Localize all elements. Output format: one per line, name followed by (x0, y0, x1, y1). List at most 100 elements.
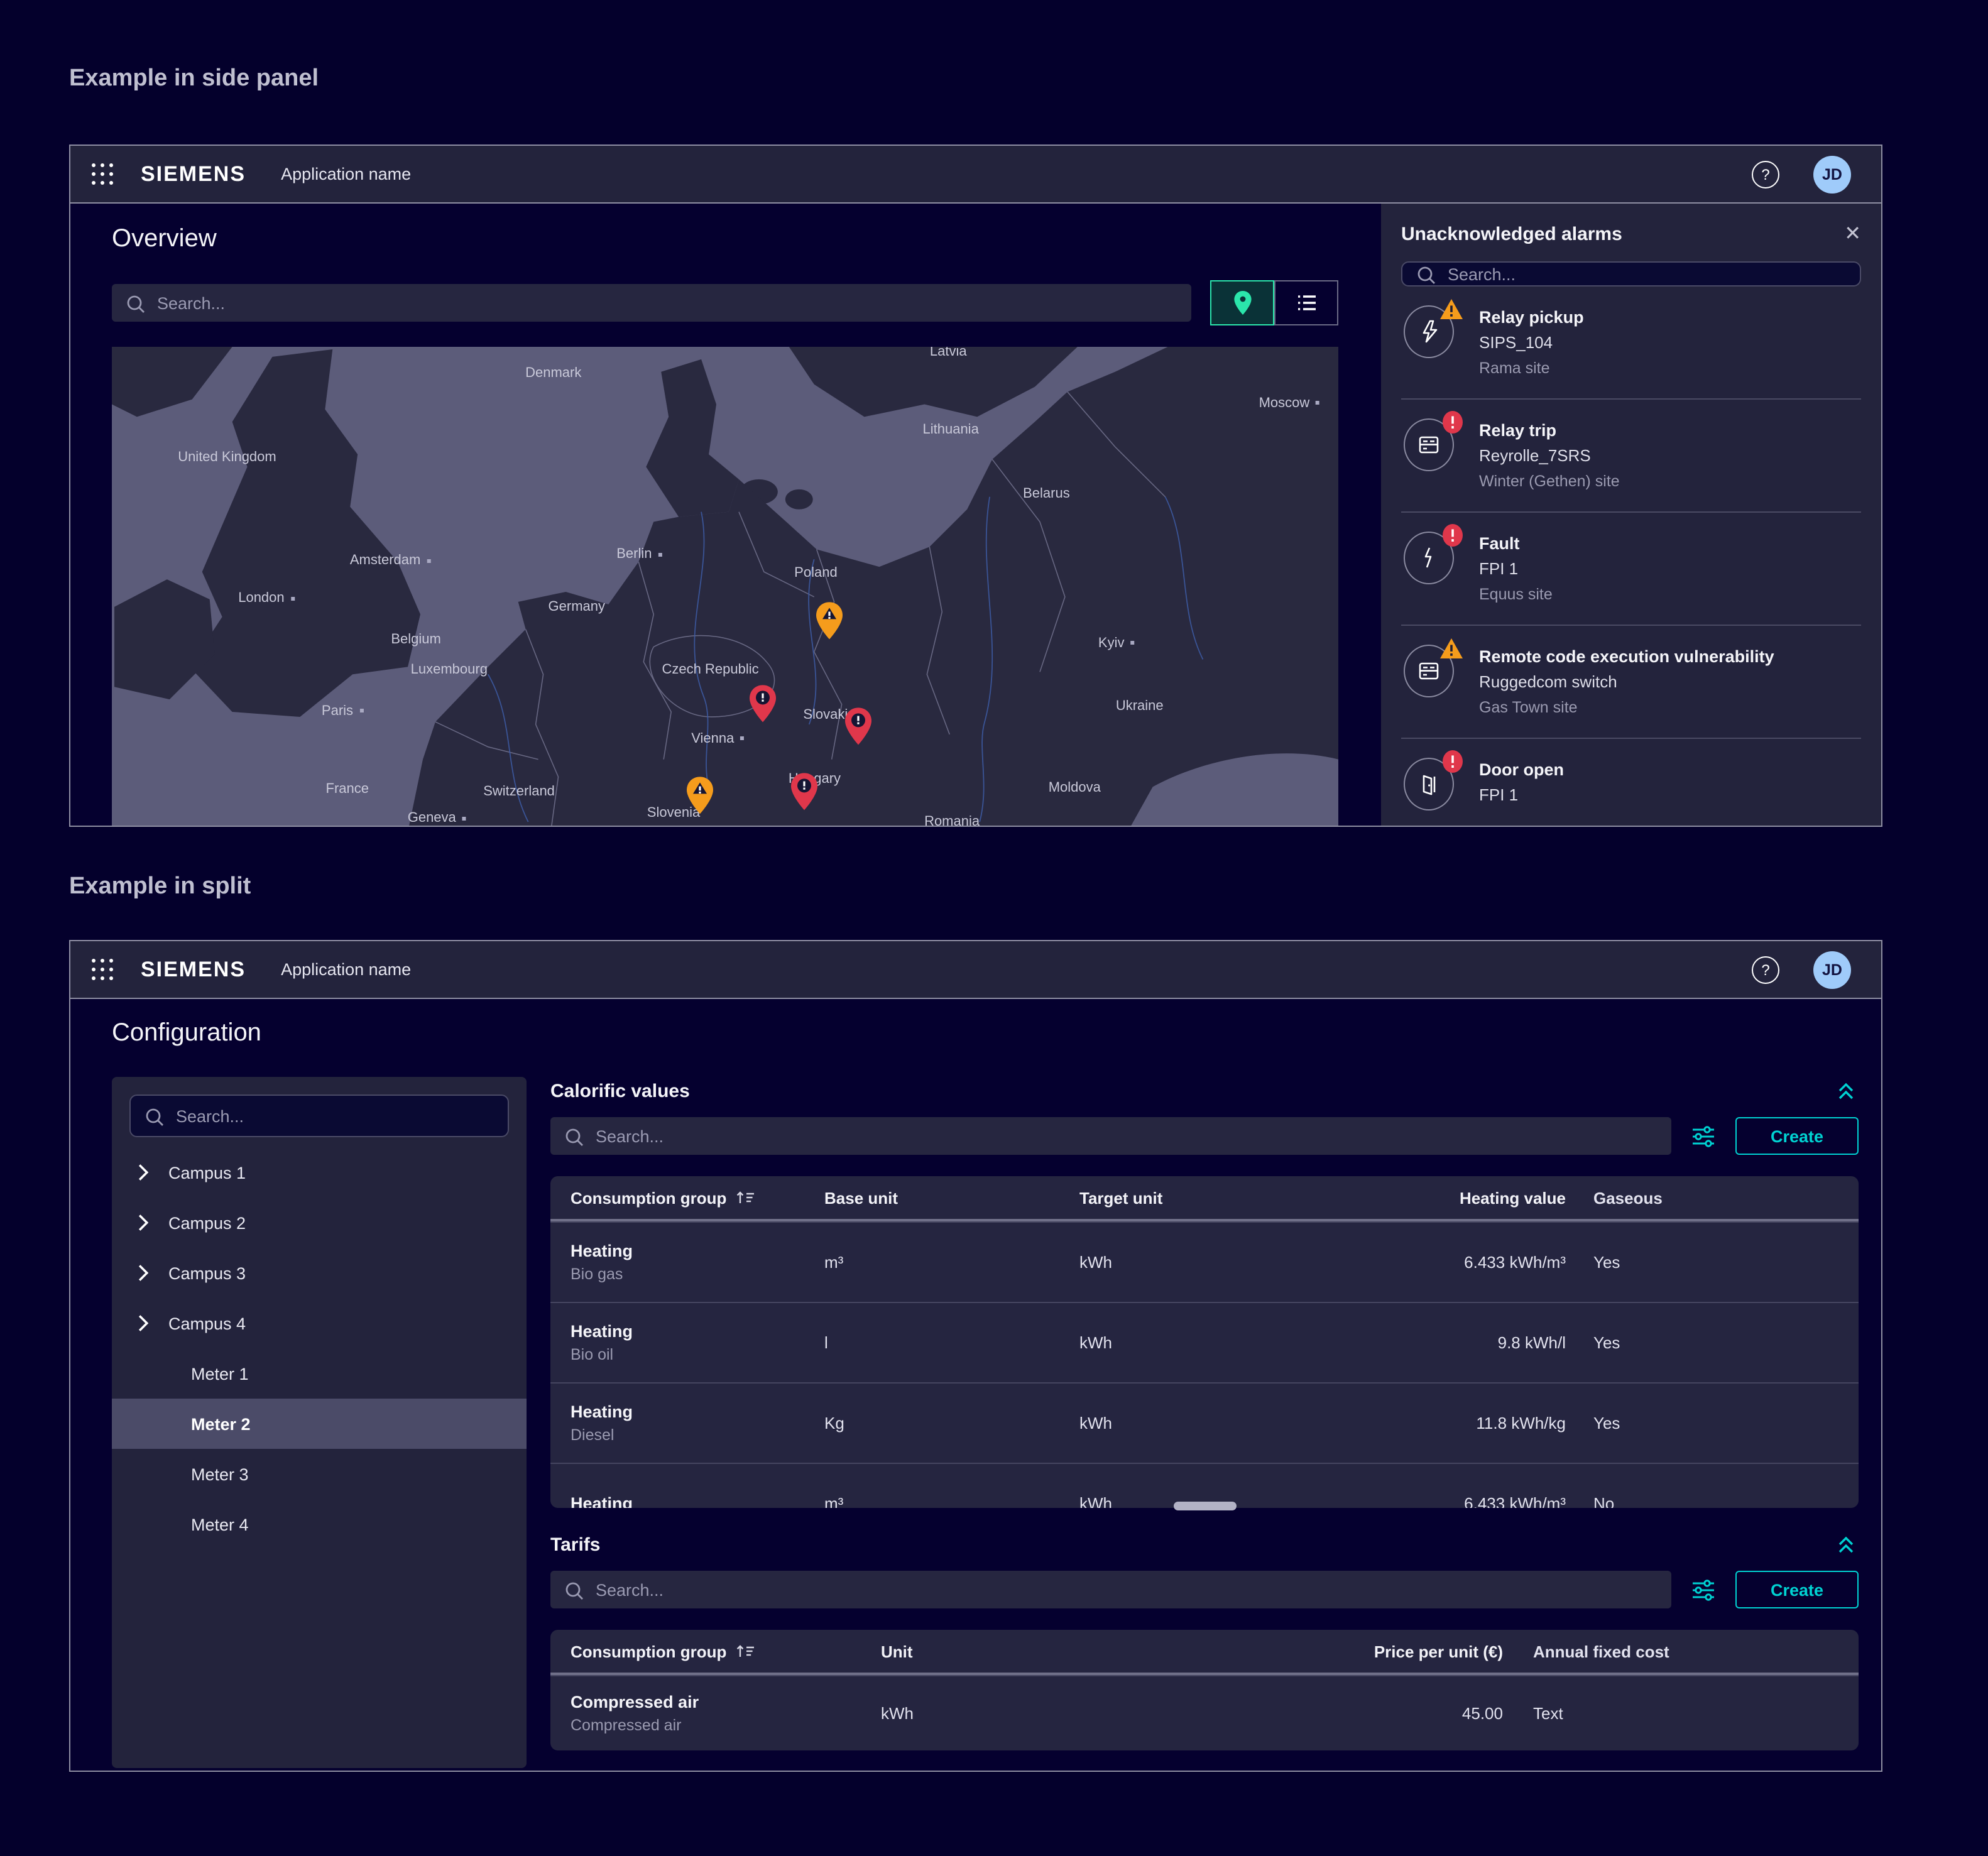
calorific-search (550, 1117, 1671, 1155)
column-header[interactable]: Consumption group (571, 1188, 726, 1207)
sidebar-search-input[interactable] (176, 1106, 495, 1125)
table-row[interactable]: Compressed airCompressed air kWh 45.00 T… (550, 1675, 1859, 1750)
column-header[interactable]: Annual fixed cost (1503, 1642, 1859, 1661)
column-header[interactable]: Heating value (1460, 1188, 1566, 1207)
cell-base-unit: Kg (824, 1414, 1079, 1433)
alarms-search (1401, 261, 1861, 287)
map-marker-critical[interactable] (747, 683, 780, 723)
map-label: Paris (322, 703, 363, 718)
avatar[interactable]: JD (1813, 155, 1851, 193)
cell-heating-value: 9.8 kWh/l (1498, 1333, 1566, 1352)
help-icon[interactable]: ? (1752, 956, 1779, 983)
cell-subgroup: Diesel (571, 1423, 824, 1447)
map-canvas (112, 347, 1338, 827)
column-header[interactable]: Consumption group (571, 1642, 726, 1661)
application-name: Application name (281, 960, 411, 979)
search-icon (563, 1125, 584, 1147)
map-marker-warning[interactable] (683, 776, 716, 816)
tarifs-search-input[interactable] (596, 1580, 1659, 1599)
tree-item-meter-2[interactable]: Meter 2 (112, 1399, 527, 1449)
map-marker-critical[interactable] (789, 772, 821, 812)
warning-badge-icon (1439, 637, 1464, 660)
map-label: Moscow (1259, 396, 1320, 411)
map-view-button[interactable] (1210, 280, 1274, 325)
help-icon[interactable]: ? (1752, 160, 1779, 188)
map-label: France (326, 782, 369, 797)
page-title: Configuration (112, 1019, 1859, 1048)
list-icon (1294, 290, 1319, 315)
alarm-list-item[interactable]: Door open FPI 1 (1401, 739, 1861, 827)
alarm-device: FPI 1 (1479, 557, 1553, 582)
alarm-site: Equus site (1479, 582, 1553, 607)
cell-subgroup: Compressed air (571, 1713, 881, 1737)
tree-item-campus-4[interactable]: Campus 4 (129, 1298, 509, 1348)
collapse-section-icon[interactable] (1833, 1078, 1859, 1103)
column-header[interactable]: Price per unit (€) (1374, 1642, 1503, 1661)
collapse-section-icon[interactable] (1833, 1532, 1859, 1557)
column-header[interactable]: Unit (881, 1642, 1254, 1661)
overview-main: Overview (70, 204, 1381, 827)
table-row[interactable]: HeatingBio gas m³ kWh 6.433 kWh/m³ Yes (550, 1221, 1859, 1302)
filter-icon[interactable] (1690, 1576, 1717, 1603)
calorific-search-input[interactable] (596, 1127, 1659, 1145)
tree-item-meter-1[interactable]: Meter 1 (129, 1348, 509, 1399)
map-marker-warning[interactable] (813, 601, 846, 641)
alarm-list-item[interactable]: Remote code execution vulnerability Rugg… (1401, 626, 1861, 739)
europe-map[interactable]: Latvia Denmark Moscow Lithuania United K… (112, 347, 1338, 827)
cell-target-unit: kWh (1079, 1253, 1330, 1272)
app-switcher-icon[interactable] (90, 163, 113, 185)
cell-annual-fixed-cost: Text (1503, 1704, 1859, 1723)
horizontal-scrollbar[interactable] (1173, 1502, 1236, 1510)
table-row[interactable]: HeatingDiesel Kg kWh 11.8 kWh/kg Yes (550, 1382, 1859, 1463)
view-toggle (1210, 280, 1338, 325)
tree-item-campus-1[interactable]: Campus 1 (129, 1147, 509, 1198)
alarm-device: Ruggedcom switch (1479, 670, 1774, 695)
avatar[interactable]: JD (1813, 951, 1851, 988)
tree-item-meter-3[interactable]: Meter 3 (129, 1449, 509, 1499)
alarm-list-item[interactable]: Fault FPI 1 Equus site (1401, 513, 1861, 626)
app-bar: SIEMENS Application name ? JD (70, 941, 1881, 999)
tree-item-campus-3[interactable]: Campus 3 (129, 1248, 509, 1298)
cell-gaseous: Yes (1566, 1414, 1859, 1433)
critical-badge-icon (1441, 524, 1464, 547)
tree-item-meter-4[interactable]: Meter 4 (129, 1499, 509, 1549)
create-button[interactable]: Create (1735, 1117, 1859, 1155)
cell-gaseous: No (1566, 1494, 1859, 1508)
cell-heating-value: 6.433 kWh/m³ (1464, 1494, 1566, 1508)
overview-window: SIEMENS Application name ? JD Overview (69, 145, 1882, 827)
map-label: London (238, 591, 294, 606)
map-label: United Kingdom (178, 450, 276, 466)
create-button[interactable]: Create (1735, 1571, 1859, 1608)
chevron-right-icon (137, 1314, 150, 1332)
section-title-calorific: Calorific values (550, 1080, 690, 1101)
list-view-button[interactable] (1274, 280, 1338, 325)
column-header[interactable]: Gaseous (1566, 1188, 1859, 1207)
sort-ascending-icon[interactable] (736, 1644, 755, 1659)
column-header[interactable]: Base unit (824, 1188, 1079, 1207)
alarm-list-item[interactable]: Relay pickup SIPS_104 Rama site (1401, 287, 1861, 400)
sort-ascending-icon[interactable] (736, 1190, 755, 1205)
table-row[interactable]: HeatingBio oil l kWh 9.8 kWh/l Yes (550, 1302, 1859, 1382)
alarms-panel: Unacknowledged alarms ✕ Relay pi (1381, 204, 1881, 827)
chevron-right-icon (137, 1264, 150, 1282)
alarm-list-item[interactable]: Relay trip Reyrolle_7SRS Winter (Gethen)… (1401, 400, 1861, 513)
search-input[interactable] (157, 293, 1179, 312)
map-label: Latvia (930, 347, 967, 359)
map-label: Luxembourg (411, 662, 488, 677)
tree-item-campus-2[interactable]: Campus 2 (129, 1198, 509, 1248)
map-marker-critical[interactable] (843, 707, 875, 747)
map-label: Belgium (391, 632, 441, 647)
tree-item-label: Meter 3 (191, 1465, 249, 1483)
search-icon (563, 1579, 584, 1600)
cell-group: Heating (571, 1399, 824, 1423)
filter-icon[interactable] (1690, 1123, 1717, 1149)
alarms-search-input[interactable] (1448, 265, 1847, 283)
column-header[interactable]: Target unit (1079, 1188, 1330, 1207)
alarm-device: SIPS_104 (1479, 330, 1584, 356)
map-label: Germany (549, 599, 606, 614)
warning-badge-icon (1439, 298, 1464, 320)
close-icon[interactable]: ✕ (1844, 224, 1861, 244)
app-switcher-icon[interactable] (90, 958, 113, 981)
siemens-logo: SIEMENS (141, 161, 246, 187)
tree-item-label: Campus 4 (168, 1314, 246, 1333)
